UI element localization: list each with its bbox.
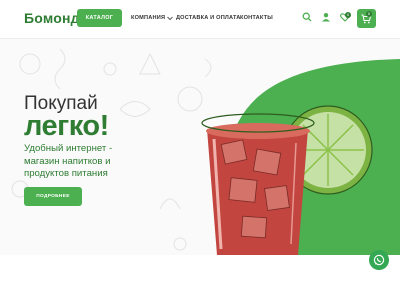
cart-button[interactable]: 0	[357, 9, 376, 28]
hero-subtitle: Удобный интернет - магазин напитков и пр…	[24, 143, 113, 179]
whatsapp-button[interactable]	[369, 250, 389, 270]
header: Бомонд КАТАЛОГ КОМПАНИЯ ДОСТАВКА И ОПЛАТ…	[0, 0, 400, 39]
hero-banner: Покупай легко! Удобный интернет - магази…	[0, 39, 400, 255]
nav-company[interactable]: КОМПАНИЯ	[131, 15, 173, 21]
logo[interactable]: Бомонд	[24, 10, 80, 26]
catalog-button[interactable]: КАТАЛОГ	[77, 9, 122, 27]
nav-delivery[interactable]: ДОСТАВКА И ОПЛАТА	[176, 15, 241, 21]
whatsapp-icon	[373, 254, 385, 266]
user-icon[interactable]	[321, 12, 331, 22]
more-button[interactable]: ПОДРОБНЕЕ	[24, 187, 82, 206]
cart-badge: 0	[366, 11, 372, 17]
search-icon[interactable]	[302, 12, 312, 22]
favorites-badge: 0	[345, 12, 351, 18]
hero-title-line2: легко!	[24, 110, 109, 142]
nav-contacts[interactable]: КОНТАКТЫ	[240, 15, 273, 21]
chevron-down-icon	[167, 16, 173, 20]
nav-company-label: КОМПАНИЯ	[131, 15, 166, 21]
